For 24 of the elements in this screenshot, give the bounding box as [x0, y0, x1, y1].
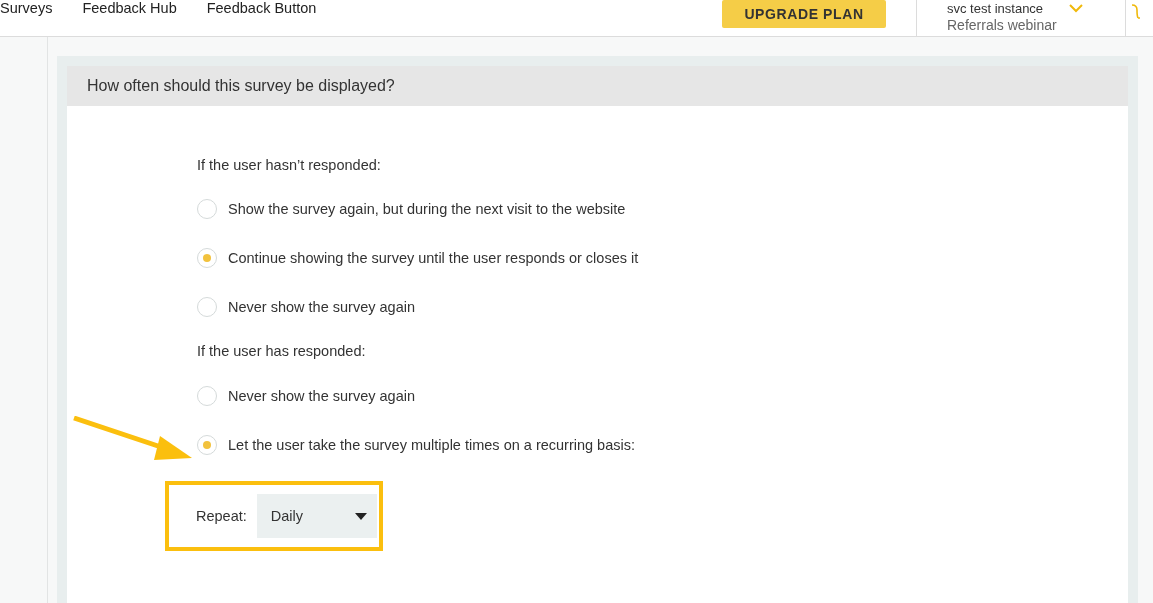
- radio-button[interactable]: [197, 385, 217, 406]
- instance-name: svc test instance: [947, 0, 1045, 16]
- option-label: Never show the survey again: [228, 387, 415, 404]
- repeat-label: Repeat:: [196, 508, 247, 524]
- option-label: Continue showing the survey until the user responds or closes it: [228, 249, 639, 266]
- caret-icon: [354, 512, 367, 520]
- nav-link[interactable]: Feedback Hub: [82, 0, 177, 17]
- question-heading: If the user hasn’t responded:: [197, 156, 382, 175]
- option-label: Show the survey again, but during the next visit to the website: [228, 200, 626, 217]
- upgrade-plan-button[interactable]: UPGRADE PLAN: [722, 0, 886, 28]
- option-label: Let the user take the survey multiple times on a recurring basis:: [228, 436, 635, 453]
- repeat-dropdown[interactable]: Daily: [256, 494, 377, 538]
- question-heading: If the user has responded:: [197, 342, 367, 361]
- instance-switcher[interactable]: svc test instance Referrals webinar: [916, 0, 1126, 37]
- radio-button[interactable]: [197, 296, 217, 317]
- nav-link[interactable]: Feedback Button: [206, 0, 317, 17]
- chevron-down-icon: [1068, 3, 1083, 13]
- option-label: Never show the survey again: [228, 298, 415, 315]
- panel-title: How often should this survey be displayed?: [67, 66, 1128, 106]
- radio-button[interactable]: [197, 247, 217, 268]
- radio-button[interactable]: [197, 434, 217, 455]
- instance-subtitle: Referrals webinar: [947, 15, 1057, 34]
- nav-link[interactable]: Surveys: [0, 0, 53, 17]
- radio-button[interactable]: [197, 198, 217, 219]
